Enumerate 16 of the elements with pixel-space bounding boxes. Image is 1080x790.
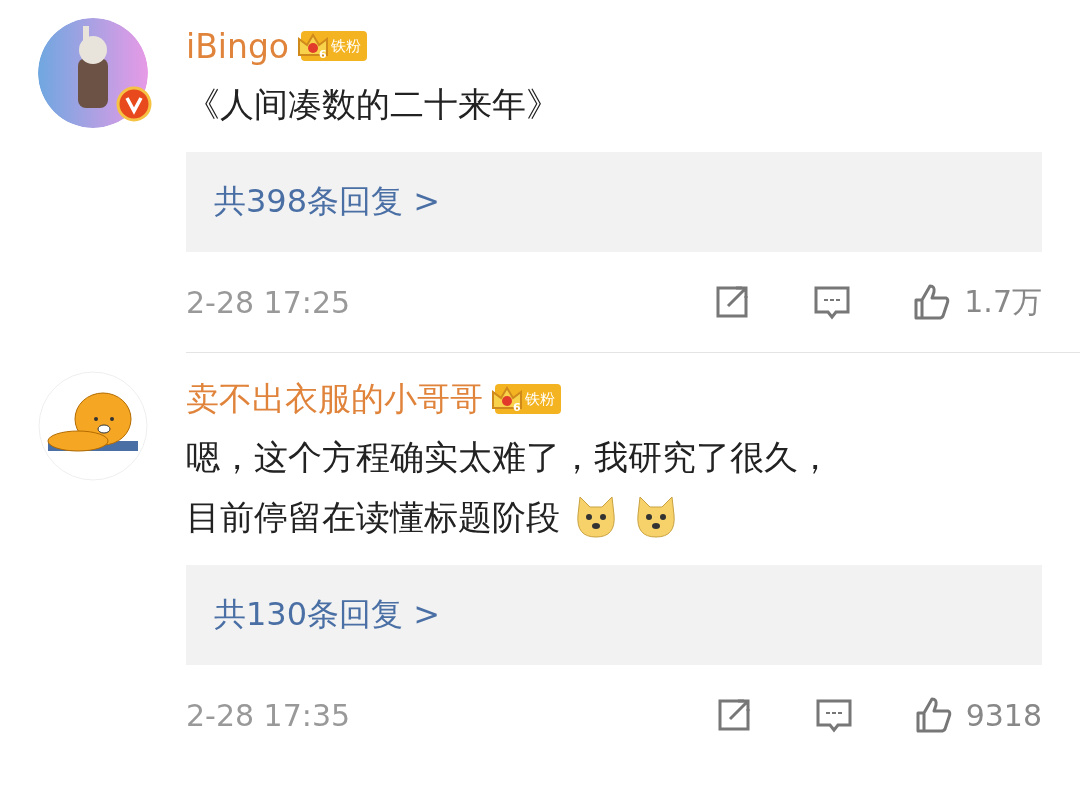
- replies-panel[interactable]: 共130条回复 >: [186, 565, 1042, 665]
- like-count: 1.7万: [964, 282, 1042, 321]
- comment-text: 《人间凑数的二十来年》: [186, 83, 561, 126]
- fan-badge: 6 铁粉: [301, 31, 367, 61]
- username[interactable]: 卖不出衣服的小哥哥: [186, 376, 483, 422]
- comment-text: 嗯，这个方程确实太难了，我研究了很久， 目前停留在读懂标题阶段: [186, 427, 1042, 547]
- timestamp: 2-28 17:35: [186, 697, 352, 733]
- username[interactable]: iBingo: [186, 26, 290, 66]
- replies-link[interactable]: 共130条回复 >: [214, 593, 441, 637]
- replies-link[interactable]: 共398条回复 >: [214, 180, 441, 224]
- avatar[interactable]: [38, 371, 148, 481]
- like-count: 9318: [965, 697, 1042, 733]
- fan-badge: 6 铁粉: [495, 384, 561, 414]
- replies-panel[interactable]: 共398条回复 >: [186, 152, 1042, 252]
- timestamp: 2-28 17:25: [186, 284, 352, 320]
- avatar[interactable]: [38, 18, 148, 128]
